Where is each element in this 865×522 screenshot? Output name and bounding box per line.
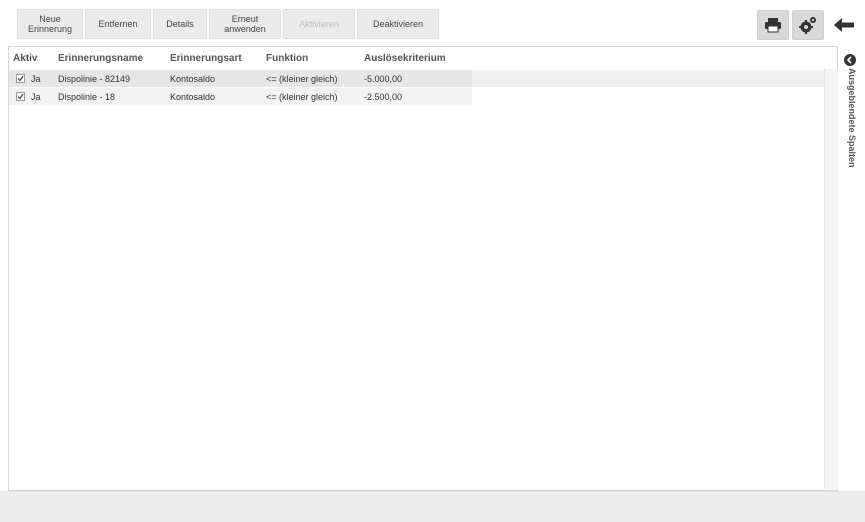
cell-name: Dispolinie - 82149 (58, 74, 131, 84)
hidden-columns-panel[interactable]: Ausgeblendete Spalten (838, 46, 865, 491)
column-header-criterion[interactable]: Auslösekriterium (364, 53, 446, 64)
column-header-active[interactable]: Aktiv (13, 53, 37, 64)
hidden-columns-label[interactable]: Ausgeblendete Spalten (847, 68, 857, 168)
cell-type: Kontosaldo (170, 92, 216, 102)
row-background (472, 70, 824, 87)
column-header-name[interactable]: Erinnerungsname (58, 53, 143, 64)
activate-button[interactable]: Aktivieren (283, 9, 355, 39)
cell-type: Kontosaldo (170, 74, 216, 84)
table-row[interactable]: Ja Dispolinie - 18 Kontosaldo <= (kleine… (9, 88, 824, 105)
reminders-table: Aktiv Erinnerungsname Erinnerungsart Fun… (8, 46, 838, 491)
deactivate-button[interactable]: Deaktivieren (357, 9, 439, 39)
back-button[interactable] (828, 10, 860, 40)
checkmark-icon (17, 75, 24, 82)
checkmark-icon (17, 93, 24, 100)
chevron-left-circle-icon[interactable] (844, 54, 856, 66)
table-row[interactable]: Ja Dispolinie - 82149 Kontosaldo <= (kle… (9, 70, 824, 87)
active-checkbox[interactable] (16, 92, 25, 101)
footer-bar (0, 491, 865, 522)
table-header: Aktiv Erinnerungsname Erinnerungsart Fun… (9, 47, 837, 69)
column-header-function[interactable]: Funktion (266, 53, 308, 64)
settings-button[interactable] (792, 10, 824, 40)
print-button[interactable] (757, 10, 789, 40)
remove-button[interactable]: Entfernen (85, 9, 151, 39)
cell-function: <= (kleiner gleich) (266, 92, 338, 102)
active-checkbox[interactable] (16, 74, 25, 83)
printer-icon (765, 18, 781, 33)
column-header-type[interactable]: Erinnerungsart (170, 53, 242, 64)
cell-function: <= (kleiner gleich) (266, 74, 338, 84)
toolbar: Neue Erinnerung Entfernen Details Erneut… (0, 0, 865, 46)
vertical-scrollbar[interactable] (824, 69, 838, 489)
cell-name: Dispolinie - 18 (58, 92, 116, 102)
cell-active: Ja (31, 92, 41, 102)
reapply-button[interactable]: Erneut anwenden (209, 9, 281, 39)
cell-active: Ja (31, 74, 41, 84)
details-button[interactable]: Details (153, 9, 207, 39)
cell-criterion: -2.500,00 (364, 92, 403, 102)
settings-icon (799, 17, 816, 34)
back-arrow-icon (834, 18, 854, 32)
cell-criterion: -5.000,00 (364, 74, 403, 84)
new-reminder-button[interactable]: Neue Erinnerung (17, 9, 83, 39)
